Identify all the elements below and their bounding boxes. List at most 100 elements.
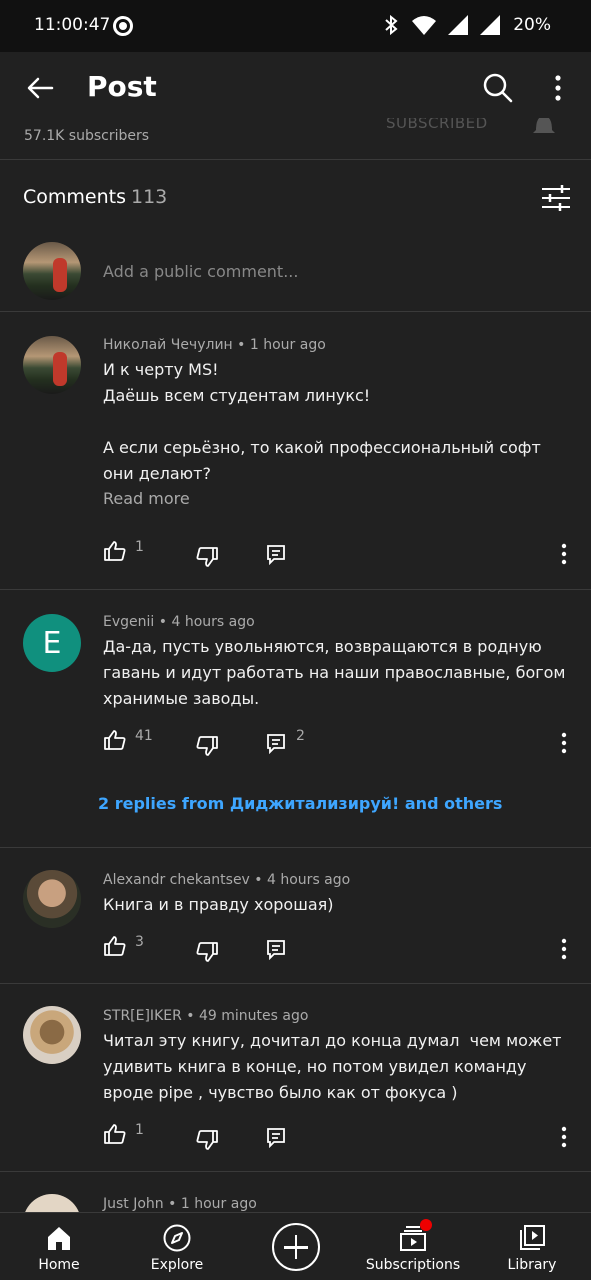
comment-time: 49 minutes ago — [199, 1008, 309, 1024]
like-count: 3 — [135, 934, 144, 950]
dislike-icon[interactable] — [195, 734, 219, 758]
back-arrow-icon[interactable] — [24, 72, 56, 104]
battery-percent: 20% — [513, 15, 551, 35]
like-icon[interactable] — [103, 539, 127, 563]
meta-separator: • — [158, 614, 168, 630]
meta-separator: • — [186, 1008, 195, 1024]
nav-subscriptions[interactable]: Subscriptions — [363, 1213, 463, 1280]
nav-explore[interactable]: Explore — [137, 1213, 217, 1280]
reply-icon[interactable] — [265, 1126, 287, 1148]
comment-time: 4 hours ago — [267, 872, 351, 888]
meta-separator: • — [168, 1196, 177, 1212]
comment-meta: Just John • 1 hour ago — [103, 1196, 257, 1212]
comment-author[interactable]: Evgenii — [103, 614, 154, 630]
comment-actions: 1 — [0, 1122, 591, 1152]
comment-meta: Николай Чечулин • 1 hour ago — [103, 337, 326, 353]
home-icon — [48, 1227, 70, 1250]
comment-item: Николай Чечулин • 1 hour ago И к черту M… — [0, 313, 591, 590]
library-icon — [520, 1225, 545, 1250]
signal-icon — [448, 15, 468, 35]
avatar[interactable] — [23, 1006, 81, 1064]
comment-author[interactable]: Alexandr chekantsev — [103, 872, 250, 888]
nav-explore-label: Explore — [150, 1257, 204, 1273]
dislike-icon[interactable] — [195, 1128, 219, 1152]
search-icon[interactable] — [482, 72, 514, 104]
bell-icon[interactable] — [530, 118, 558, 136]
comment-item: STR[E]IKER • 49 minutes ago Читал эту кн… — [0, 984, 591, 1172]
comment-options-icon[interactable] — [556, 543, 572, 565]
comment-author[interactable]: Just John — [103, 1196, 164, 1212]
subscribed-button[interactable]: SUBSCRIBED — [386, 118, 488, 132]
comment-options-icon[interactable] — [556, 938, 572, 960]
comment-text: Книга и в правду хорошая) — [103, 895, 334, 914]
add-comment-input[interactable] — [103, 262, 543, 281]
like-count: 41 — [135, 728, 153, 744]
view-replies-link[interactable]: 2 replies from Диджитализируй! and other… — [98, 794, 502, 813]
nav-library[interactable]: Library — [497, 1213, 567, 1280]
comment-item: Alexandr chekantsev • 4 hours ago Книга … — [0, 848, 591, 984]
avatar — [23, 242, 81, 300]
comment-options-icon[interactable] — [556, 1126, 572, 1148]
comment-meta: STR[E]IKER • 49 minutes ago — [103, 1008, 308, 1024]
avatar[interactable] — [23, 336, 81, 394]
subscriber-count: 57.1K subscribers — [24, 128, 150, 144]
status-bar: 11:00:47 20% — [0, 0, 591, 52]
avatar[interactable] — [23, 870, 81, 928]
comment-text: Читал эту книгу, дочитал до конца думал … — [103, 1031, 567, 1102]
like-icon[interactable] — [103, 728, 127, 752]
sort-filter-icon[interactable] — [540, 184, 572, 212]
status-time: 11:00:47 — [34, 15, 111, 35]
meta-separator: • — [237, 337, 246, 353]
comment-author[interactable]: Николай Чечулин — [103, 337, 233, 353]
comment-time: 4 hours ago — [171, 614, 255, 630]
like-icon[interactable] — [103, 1122, 127, 1146]
comment-meta: Evgenii • 4 hours ago — [103, 614, 255, 630]
comment-text: Да-да, пусть увольняются, возвращаются в… — [103, 637, 571, 708]
dislike-icon[interactable] — [195, 545, 219, 569]
comments-label: Comments — [23, 186, 126, 208]
create-button[interactable] — [272, 1223, 320, 1271]
bottom-nav: Home Explore Subscriptions Library — [0, 1212, 591, 1280]
comment-actions: 41 2 — [0, 728, 591, 758]
add-comment-row — [0, 236, 591, 312]
nav-home-label: Home — [38, 1257, 80, 1273]
reply-count: 2 — [296, 728, 305, 744]
bluetooth-icon — [385, 14, 398, 36]
comment-time: 1 hour ago — [249, 337, 326, 353]
avatar[interactable] — [23, 1194, 81, 1212]
signal-icon-2 — [480, 15, 500, 35]
nav-home[interactable]: Home — [24, 1213, 94, 1280]
wifi-icon — [412, 16, 436, 35]
app-bar: Post — [0, 52, 591, 122]
avatar[interactable]: E — [23, 614, 81, 672]
like-icon[interactable] — [103, 934, 127, 958]
comments-count: 113 — [131, 186, 168, 208]
comment-text: И к черту MS! Даёшь всем студентам линук… — [103, 360, 541, 483]
nav-library-label: Library — [507, 1257, 557, 1273]
comment-options-icon[interactable] — [556, 732, 572, 754]
reply-icon[interactable] — [265, 732, 287, 754]
reply-icon[interactable] — [265, 543, 287, 565]
comment-item: E Evgenii • 4 hours ago Да-да, пусть уво… — [0, 590, 591, 848]
comment-time: 1 hour ago — [180, 1196, 257, 1212]
channel-strip: 57.1K subscribers SUBSCRIBED — [0, 118, 591, 160]
comment-author[interactable]: STR[E]IKER — [103, 1008, 182, 1024]
nav-subscriptions-label: Subscriptions — [365, 1257, 461, 1273]
comments-header: Comments 113 — [0, 162, 591, 232]
read-more-link[interactable]: Read more — [103, 489, 190, 508]
reply-icon[interactable] — [265, 938, 287, 960]
screen-record-icon — [113, 16, 133, 36]
more-options-icon[interactable] — [548, 74, 568, 102]
status-icons — [381, 14, 501, 36]
compass-icon — [163, 1224, 191, 1252]
meta-separator: • — [254, 872, 263, 888]
like-count: 1 — [135, 1122, 144, 1138]
comment-meta: Alexandr chekantsev • 4 hours ago — [103, 872, 350, 888]
comment-actions: 3 — [0, 934, 591, 964]
comment-item: Just John • 1 hour ago — [0, 1172, 591, 1212]
page-title: Post — [87, 70, 157, 103]
like-count: 1 — [135, 539, 144, 555]
dislike-icon[interactable] — [195, 940, 219, 964]
notification-badge — [420, 1219, 432, 1231]
comment-actions: 1 — [0, 539, 591, 569]
